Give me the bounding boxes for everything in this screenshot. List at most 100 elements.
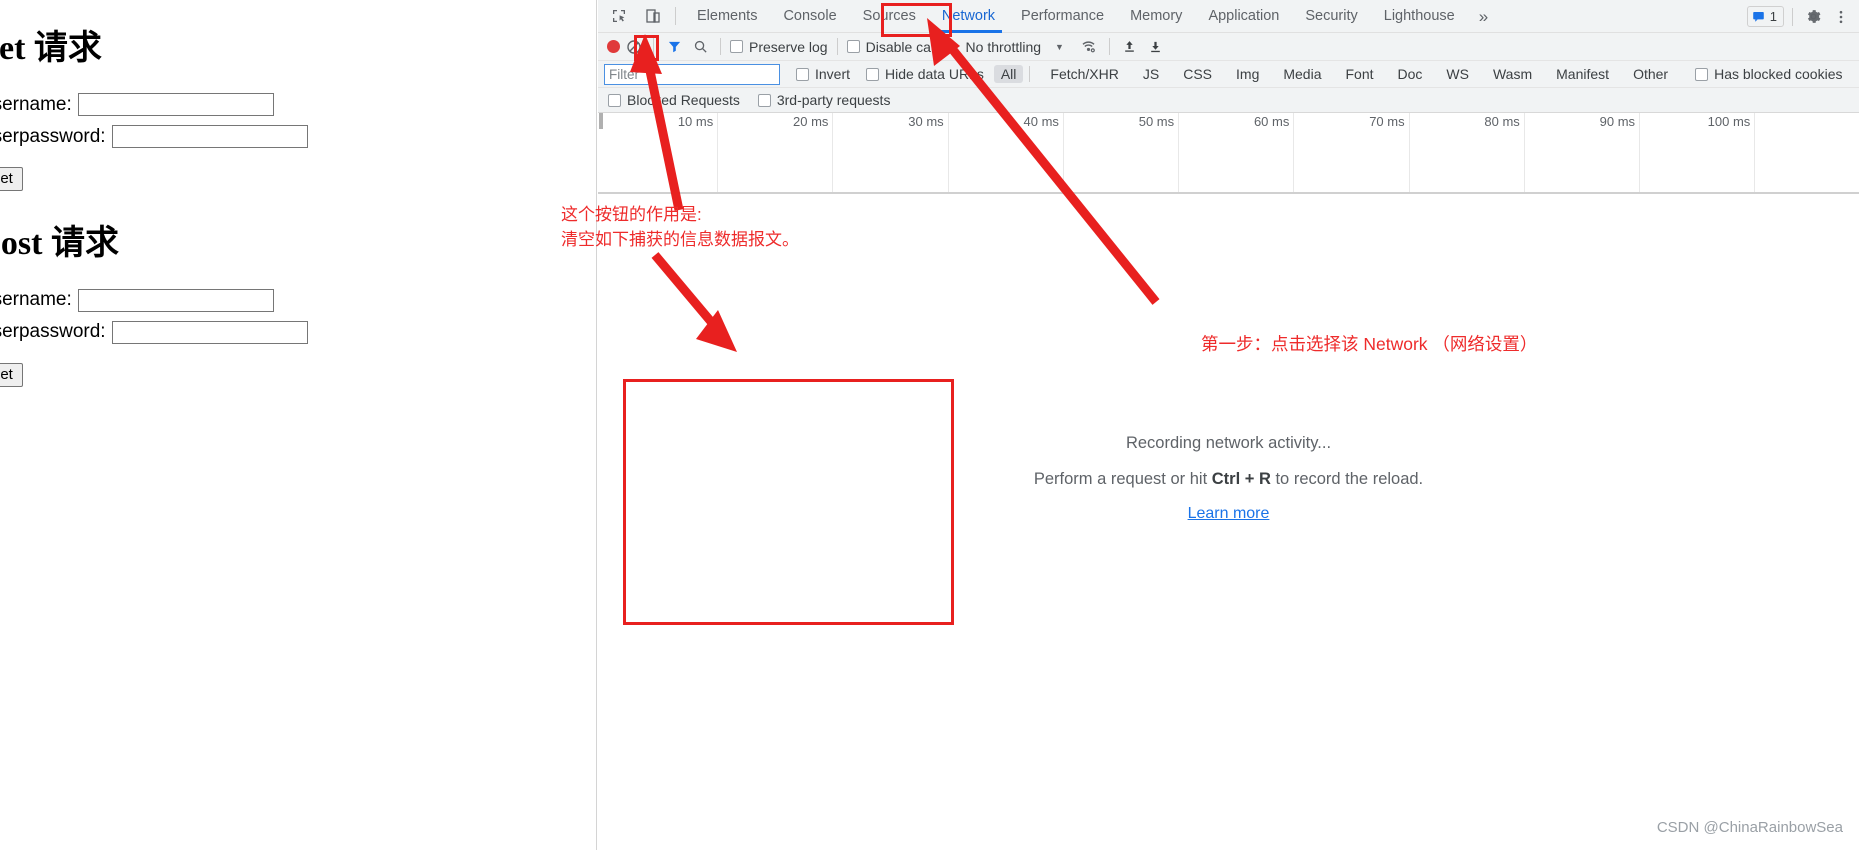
overview-tick: 60 ms bbox=[1179, 113, 1295, 193]
overview-tick-label: 50 ms bbox=[1138, 114, 1175, 129]
post-password-label: userpassword: bbox=[0, 321, 106, 343]
has-blocked-cookies-label: Has blocked cookies bbox=[1714, 66, 1843, 82]
device-toolbar-icon[interactable] bbox=[641, 4, 665, 28]
overview-tick-label: 100 ms bbox=[1707, 114, 1751, 129]
network-empty-state: Recording network activity... Perform a … bbox=[598, 194, 1859, 849]
overview-baseline bbox=[598, 192, 1859, 193]
type-filter-media[interactable]: Media bbox=[1276, 65, 1328, 83]
chevron-down-icon[interactable]: ▼ bbox=[1055, 42, 1064, 52]
get-submit-button[interactable]: get bbox=[0, 167, 23, 192]
devtools-left-icons bbox=[598, 4, 665, 28]
devtools-tabbar: Elements Console Sources Network Perform… bbox=[598, 0, 1859, 33]
post-username-label: username: bbox=[0, 289, 72, 311]
tabbar-right-divider bbox=[1792, 7, 1793, 26]
toolbar-divider-3 bbox=[836, 38, 838, 55]
message-count: 1 bbox=[1769, 9, 1777, 24]
type-filter-ws[interactable]: WS bbox=[1439, 65, 1476, 83]
preserve-log-checkbox[interactable]: Preserve log bbox=[730, 39, 828, 55]
preserve-log-box bbox=[730, 40, 743, 53]
toolbar-divider-1 bbox=[653, 38, 654, 55]
throttling-select[interactable]: No throttling bbox=[966, 39, 1041, 55]
recording-hint-suffix: to record the reload. bbox=[1270, 470, 1424, 488]
console-messages-badge[interactable]: 1 bbox=[1746, 6, 1784, 27]
more-tabs-icon[interactable]: » bbox=[1468, 0, 1499, 33]
disable-cache-checkbox[interactable]: Disable cache bbox=[846, 38, 954, 55]
type-filter-other[interactable]: Other bbox=[1626, 65, 1675, 83]
overview-tick-label: 90 ms bbox=[1599, 114, 1636, 129]
tab-sources[interactable]: Sources bbox=[850, 0, 929, 33]
overview-tick-label: 40 ms bbox=[1023, 114, 1059, 129]
get-username-input[interactable] bbox=[77, 93, 274, 117]
web-page-pane: get 请求 username: userpassword: get post … bbox=[0, 0, 597, 850]
inspect-element-icon[interactable] bbox=[607, 4, 631, 28]
post-username-row: username: bbox=[0, 288, 597, 312]
type-filter-divider bbox=[1029, 66, 1031, 82]
type-filter-doc[interactable]: Doc bbox=[1391, 65, 1430, 83]
recording-hint-text: Perform a request or hit Ctrl + R to rec… bbox=[1034, 470, 1423, 489]
type-filter-fetch-xhr[interactable]: Fetch/XHR bbox=[1043, 65, 1125, 83]
tab-security[interactable]: Security bbox=[1292, 0, 1370, 33]
get-password-input[interactable] bbox=[111, 125, 308, 149]
tab-lighthouse[interactable]: Lighthouse bbox=[1371, 0, 1468, 33]
has-blocked-cookies-checkbox[interactable]: Has blocked cookies bbox=[1695, 66, 1842, 82]
third-party-requests-box bbox=[757, 93, 771, 107]
type-filter-js[interactable]: JS bbox=[1136, 65, 1166, 83]
tab-application[interactable]: Application bbox=[1195, 0, 1292, 33]
more-options-kebab-icon[interactable] bbox=[1829, 5, 1853, 29]
post-username-input[interactable] bbox=[77, 288, 274, 312]
pane-divider[interactable] bbox=[596, 0, 597, 850]
get-username-label: username: bbox=[0, 93, 72, 115]
filter-funnel-icon[interactable] bbox=[663, 37, 685, 57]
hide-data-urls-checkbox[interactable]: Hide data URLs bbox=[866, 66, 984, 82]
post-password-row: userpassword: bbox=[0, 320, 597, 344]
search-icon[interactable] bbox=[689, 37, 711, 57]
settings-gear-icon[interactable] bbox=[1801, 5, 1825, 29]
tab-performance[interactable]: Performance bbox=[1008, 0, 1117, 33]
devtools-panel: Elements Console Sources Network Perform… bbox=[598, 0, 1859, 850]
type-filter-all[interactable]: All bbox=[993, 65, 1024, 83]
overview-tick: 90 ms bbox=[1525, 113, 1641, 193]
post-submit-button[interactable]: get bbox=[0, 362, 23, 387]
overview-tick-label: 30 ms bbox=[908, 114, 944, 129]
recording-status-text: Recording network activity... bbox=[1125, 434, 1332, 452]
recording-hint-prefix: Perform a request or hit bbox=[1033, 470, 1212, 488]
overview-tick: 30 ms bbox=[833, 113, 949, 193]
get-password-label: userpassword: bbox=[0, 125, 106, 147]
web-page-content: get 请求 username: userpassword: get post … bbox=[0, 0, 597, 387]
clear-requests-button[interactable] bbox=[624, 37, 644, 57]
filter-input[interactable] bbox=[604, 63, 780, 85]
overview-tick-label: 20 ms bbox=[793, 114, 829, 129]
disable-cache-label: Disable cache bbox=[865, 38, 954, 55]
invert-label: Invert bbox=[815, 66, 851, 82]
overview-tick-label: 60 ms bbox=[1253, 114, 1290, 129]
type-filter-font[interactable]: Font bbox=[1339, 65, 1381, 83]
third-party-requests-label: 3rd-party requests bbox=[776, 92, 891, 108]
toolbar-divider-4 bbox=[1108, 38, 1110, 55]
network-thirdbar: Blocked Requests 3rd-party requests bbox=[598, 88, 1859, 113]
import-har-icon[interactable] bbox=[1119, 39, 1141, 54]
message-icon bbox=[1752, 12, 1764, 22]
third-party-requests-checkbox[interactable]: 3rd-party requests bbox=[757, 92, 891, 108]
invert-checkbox[interactable]: Invert bbox=[796, 66, 850, 82]
type-filter-wasm[interactable]: Wasm bbox=[1486, 65, 1539, 83]
network-overview-timeline[interactable]: 10 ms 20 ms 30 ms 40 ms 50 ms 60 ms 70 ms 80 ms… bbox=[598, 113, 1859, 194]
disable-cache-box bbox=[846, 40, 860, 53]
overview-tick-label: 10 ms bbox=[677, 114, 714, 129]
network-toolbar: Preserve log Disable cache No throttling… bbox=[598, 33, 1859, 61]
tab-elements[interactable]: Elements bbox=[684, 0, 770, 33]
learn-more-link[interactable]: Learn more bbox=[1188, 505, 1270, 523]
invert-box bbox=[796, 67, 809, 81]
type-filter-css[interactable]: CSS bbox=[1176, 65, 1219, 83]
record-button[interactable] bbox=[607, 40, 620, 53]
type-filter-manifest[interactable]: Manifest bbox=[1549, 65, 1616, 83]
network-conditions-icon[interactable] bbox=[1078, 39, 1100, 54]
post-password-input[interactable] bbox=[111, 320, 308, 344]
export-har-icon[interactable] bbox=[1145, 39, 1167, 54]
has-blocked-cookies-box bbox=[1695, 67, 1709, 81]
tab-console[interactable]: Console bbox=[770, 0, 849, 33]
type-filter-img[interactable]: Img bbox=[1229, 65, 1266, 83]
tab-memory[interactable]: Memory bbox=[1117, 0, 1195, 33]
tab-network[interactable]: Network bbox=[929, 0, 1008, 33]
network-filterbar: Invert Hide data URLs All Fetch/XHR JS C… bbox=[598, 61, 1859, 88]
blocked-requests-checkbox[interactable]: Blocked Requests bbox=[608, 92, 740, 108]
